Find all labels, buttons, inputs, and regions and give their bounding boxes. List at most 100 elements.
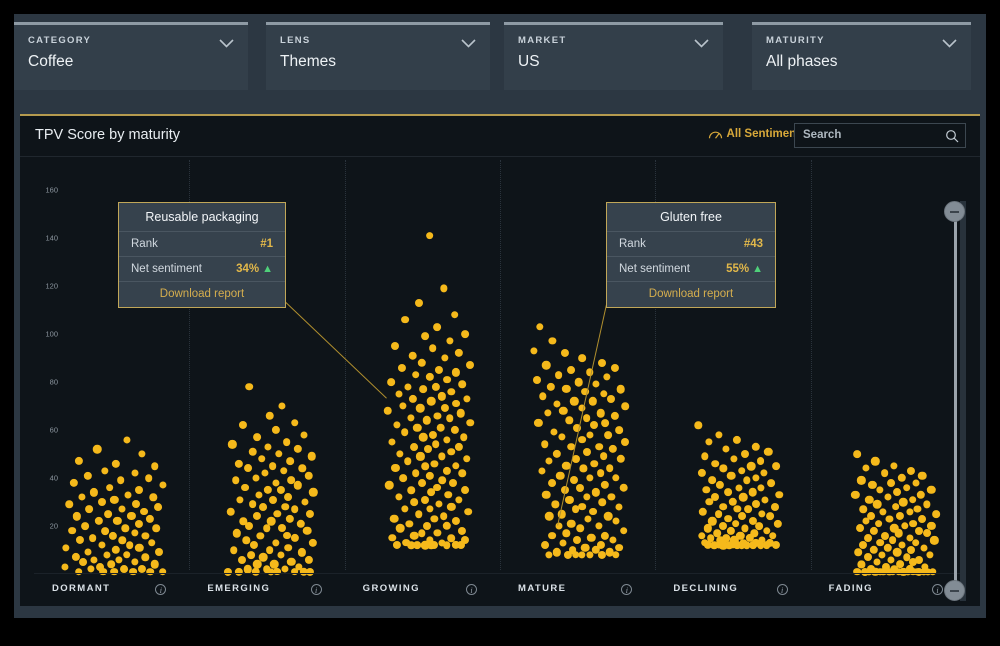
scatter-point[interactable] bbox=[723, 446, 730, 453]
scatter-point[interactable] bbox=[912, 479, 919, 486]
scatter-point[interactable] bbox=[566, 417, 573, 424]
scatter-point[interactable] bbox=[252, 475, 259, 482]
scatter-point[interactable] bbox=[100, 568, 108, 576]
scatter-point[interactable] bbox=[91, 556, 98, 563]
scatter-point[interactable] bbox=[597, 469, 605, 477]
scatter-point[interactable] bbox=[733, 436, 741, 444]
scatter-point[interactable] bbox=[61, 563, 68, 570]
scatter-point[interactable] bbox=[112, 459, 120, 467]
scatter-point[interactable] bbox=[549, 338, 556, 345]
scatter-point[interactable] bbox=[916, 491, 924, 499]
scatter-point[interactable] bbox=[775, 491, 783, 499]
scatter-point[interactable] bbox=[112, 546, 120, 554]
scatter-point[interactable] bbox=[135, 486, 143, 494]
scatter-point[interactable] bbox=[586, 431, 593, 438]
scatter-point[interactable] bbox=[863, 465, 870, 472]
scatter-point[interactable] bbox=[407, 414, 414, 421]
scatter-point[interactable] bbox=[772, 462, 780, 470]
scatter-point[interactable] bbox=[735, 484, 742, 491]
scatter-point[interactable] bbox=[621, 438, 629, 446]
scatter-point[interactable] bbox=[583, 414, 591, 422]
scatter-point[interactable] bbox=[418, 479, 426, 487]
scatter-point[interactable] bbox=[284, 493, 292, 501]
scatter-point[interactable] bbox=[923, 501, 930, 508]
scatter-point[interactable] bbox=[79, 558, 87, 566]
scatter-point[interactable] bbox=[909, 496, 917, 504]
scatter-point[interactable] bbox=[104, 510, 112, 518]
scatter-point[interactable] bbox=[443, 436, 450, 443]
scatter-point[interactable] bbox=[227, 507, 236, 516]
scatter-point[interactable] bbox=[564, 551, 572, 559]
scatter-point[interactable] bbox=[727, 471, 736, 480]
scatter-point[interactable] bbox=[542, 361, 551, 370]
scatter-point[interactable] bbox=[445, 491, 453, 499]
chevron-down-icon[interactable] bbox=[219, 39, 234, 48]
scatter-point[interactable] bbox=[603, 374, 610, 381]
scatter-point[interactable] bbox=[589, 508, 597, 516]
scatter-point[interactable] bbox=[887, 479, 895, 487]
scatter-point[interactable] bbox=[253, 433, 261, 441]
scatter-point[interactable] bbox=[438, 477, 446, 485]
scatter-point[interactable] bbox=[886, 515, 893, 522]
scatter-point[interactable] bbox=[873, 500, 882, 509]
scatter-point[interactable] bbox=[773, 519, 781, 527]
scatter-point[interactable] bbox=[86, 505, 94, 513]
scatter-point[interactable] bbox=[131, 470, 138, 477]
scatter-point[interactable] bbox=[704, 524, 712, 532]
scatter-point[interactable] bbox=[253, 512, 261, 520]
scatter-point[interactable] bbox=[273, 568, 281, 576]
scatter-point[interactable] bbox=[111, 568, 119, 576]
scatter-point[interactable] bbox=[422, 416, 430, 424]
scatter-point[interactable] bbox=[613, 518, 620, 525]
scatter-point[interactable] bbox=[709, 477, 717, 485]
scatter-point[interactable] bbox=[724, 515, 732, 523]
scatter-point[interactable] bbox=[63, 544, 70, 551]
scatter-point[interactable] bbox=[426, 232, 434, 240]
scatter-point[interactable] bbox=[864, 553, 872, 561]
scatter-point[interactable] bbox=[577, 525, 585, 533]
scatter-point[interactable] bbox=[932, 510, 940, 518]
scatter-point[interactable] bbox=[443, 467, 451, 475]
scatter-point[interactable] bbox=[853, 568, 861, 576]
scatter-point[interactable] bbox=[567, 366, 575, 374]
scatter-point[interactable] bbox=[306, 510, 314, 518]
scatter-point[interactable] bbox=[915, 527, 923, 535]
search-icon[interactable] bbox=[945, 129, 959, 143]
scatter-point[interactable] bbox=[73, 512, 81, 520]
scatter-point[interactable] bbox=[715, 542, 722, 549]
scatter-point[interactable] bbox=[115, 556, 122, 563]
scatter-point[interactable] bbox=[233, 529, 241, 537]
scatter-point[interactable] bbox=[701, 453, 708, 460]
scatter-point[interactable] bbox=[443, 376, 451, 384]
scatter-point[interactable] bbox=[553, 450, 561, 458]
scatter-point[interactable] bbox=[542, 491, 551, 500]
slider-track[interactable] bbox=[954, 211, 957, 591]
scatter-point[interactable] bbox=[598, 498, 606, 506]
scatter-point[interactable] bbox=[560, 539, 567, 546]
scatter-point[interactable] bbox=[238, 556, 246, 564]
scatter-point[interactable] bbox=[415, 510, 423, 518]
scatter-point[interactable] bbox=[279, 402, 286, 409]
scatter-point[interactable] bbox=[715, 431, 722, 438]
scatter-point[interactable] bbox=[396, 524, 405, 533]
scatter-point[interactable] bbox=[752, 443, 760, 451]
scatter-point[interactable] bbox=[93, 445, 102, 454]
scatter-point[interactable] bbox=[559, 407, 567, 415]
scatter-point[interactable] bbox=[455, 349, 463, 357]
slider-handle-bottom[interactable] bbox=[944, 580, 965, 601]
scatter-point[interactable] bbox=[460, 433, 468, 441]
scatter-point[interactable] bbox=[760, 470, 767, 477]
vertical-range-slider[interactable] bbox=[944, 201, 966, 601]
scatter-point[interactable] bbox=[234, 567, 242, 575]
scatter-point[interactable] bbox=[452, 517, 460, 525]
scatter-point[interactable] bbox=[277, 551, 284, 558]
scatter-point[interactable] bbox=[89, 534, 97, 542]
scatter-point[interactable] bbox=[146, 568, 154, 576]
scatter-point[interactable] bbox=[243, 537, 250, 544]
scatter-point[interactable] bbox=[752, 474, 759, 481]
scatter-point[interactable] bbox=[413, 423, 421, 431]
scatter-point[interactable] bbox=[601, 481, 609, 489]
scatter-point[interactable] bbox=[249, 501, 257, 509]
scatter-point[interactable] bbox=[874, 559, 881, 566]
chevron-down-icon[interactable] bbox=[694, 39, 709, 48]
